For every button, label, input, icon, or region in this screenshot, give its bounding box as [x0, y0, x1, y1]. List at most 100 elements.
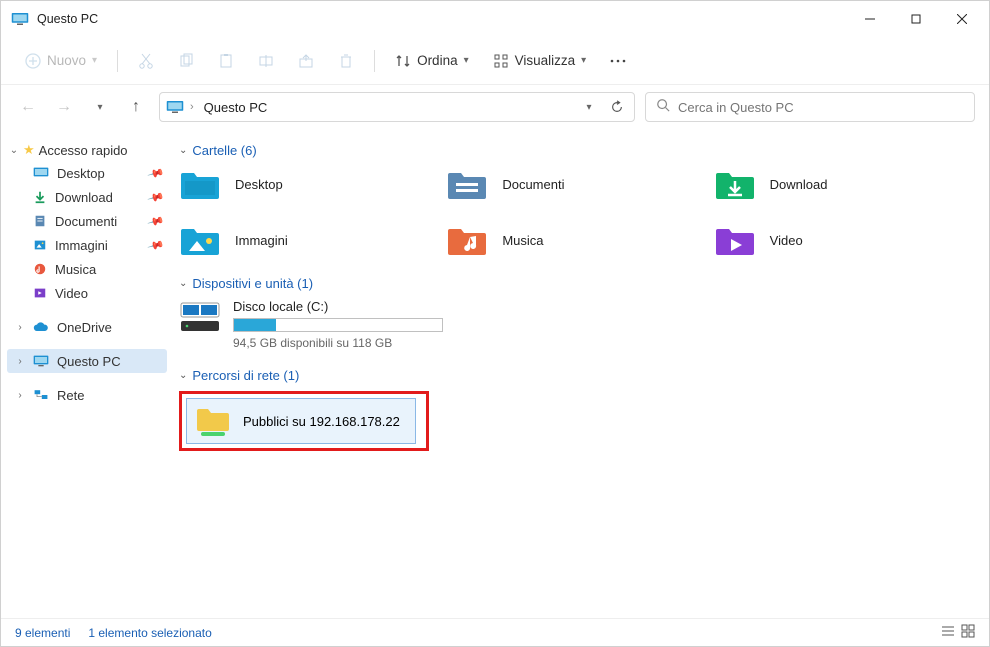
drive-bar [233, 318, 443, 332]
folder-download[interactable]: Download [714, 166, 981, 202]
annotation-highlight: Pubblici su 192.168.178.22 [179, 391, 429, 451]
chevron-down-icon: ⌄ [179, 370, 187, 381]
network-folder-icon [195, 405, 231, 437]
sidebar-item-label: Video [55, 286, 88, 301]
copy-icon [178, 53, 194, 69]
sidebar-item-download[interactable]: Download 📌 [7, 185, 167, 209]
thispc-icon [33, 354, 49, 368]
folder-music[interactable]: Musica [446, 222, 713, 258]
search-input[interactable] [678, 100, 964, 115]
status-selection: 1 elemento selezionato [88, 626, 211, 640]
desktop-icon [33, 166, 49, 180]
maximize-button[interactable] [893, 3, 939, 35]
tiles-view-icon [961, 624, 975, 638]
section-title: Dispositivi e unità (1) [192, 276, 313, 291]
chevron-down-icon: ⌄ [179, 145, 187, 156]
close-button[interactable] [939, 3, 985, 35]
thispc-icon [166, 99, 184, 115]
sidebar-network[interactable]: › Rete [7, 383, 167, 407]
view-icon [493, 53, 509, 69]
network-location-item[interactable]: Pubblici su 192.168.178.22 [186, 398, 416, 444]
sidebar-item-desktop[interactable]: Desktop 📌 [7, 161, 167, 185]
breadcrumb-sep: › [190, 101, 194, 113]
paste-icon [218, 53, 234, 69]
minimize-button[interactable] [847, 3, 893, 35]
up-button[interactable]: ↑ [123, 92, 149, 122]
sidebar-thispc[interactable]: › Questo PC [7, 349, 167, 373]
network-item-label: Pubblici su 192.168.178.22 [243, 414, 400, 429]
sidebar-quick-access[interactable]: ⌄ ★ Accesso rapido [7, 139, 167, 161]
status-count: 9 elementi [15, 626, 70, 640]
view-button[interactable]: Visualizza ▾ [483, 44, 597, 78]
chevron-down-icon: ⌄ [179, 278, 187, 289]
cut-button[interactable] [128, 44, 164, 78]
search-box[interactable] [645, 92, 975, 122]
drive-item[interactable]: Disco locale (C:) 94,5 GB disponibili su… [179, 299, 981, 350]
paste-button[interactable] [208, 44, 244, 78]
chevron-right-icon: › [15, 322, 25, 333]
breadcrumb-seg[interactable]: Questo PC [200, 100, 272, 115]
delete-button[interactable] [328, 44, 364, 78]
music-folder-icon [446, 223, 488, 257]
drive-free-text: 94,5 GB disponibili su 118 GB [233, 336, 443, 350]
chevron-down-icon: ⌄ [9, 145, 19, 156]
window-title: Questo PC [37, 12, 847, 26]
back-button[interactable]: ← [15, 92, 41, 122]
video-folder-icon [714, 223, 756, 257]
folder-video[interactable]: Video [714, 222, 981, 258]
download-folder-icon [714, 167, 756, 201]
folder-desktop[interactable]: Desktop [179, 166, 446, 202]
desktop-folder-icon [179, 167, 221, 201]
folder-pictures[interactable]: Immagini [179, 222, 446, 258]
sort-label: Ordina [417, 53, 458, 68]
rename-button[interactable] [248, 44, 284, 78]
pictures-folder-icon [179, 223, 221, 257]
star-icon: ★ [23, 142, 35, 158]
folder-documents[interactable]: Documenti [446, 166, 713, 202]
new-label: Nuovo [47, 53, 86, 68]
chevron-down-icon: ▾ [464, 55, 469, 66]
refresh-button[interactable] [606, 100, 628, 114]
music-icon [33, 262, 47, 276]
toolbar: Nuovo ▾ Ordina ▾ Visualizza ▾ [1, 37, 989, 85]
copy-button[interactable] [168, 44, 204, 78]
addressbar[interactable]: › Questo PC ▾ [159, 92, 635, 122]
addressbar-dropdown[interactable]: ▾ [578, 102, 600, 113]
section-title: Percorsi di rete (1) [192, 368, 299, 383]
download-icon [33, 190, 47, 204]
section-folders-header[interactable]: ⌄ Cartelle (6) [179, 143, 981, 158]
plus-circle-icon [25, 53, 41, 69]
drive-label: Disco locale (C:) [233, 299, 443, 314]
sidebar-item-label: Documenti [55, 214, 117, 229]
forward-button[interactable]: → [51, 92, 77, 122]
folder-label: Download [770, 177, 828, 192]
chevron-down-icon: ▾ [92, 55, 97, 66]
network-icon [33, 388, 49, 402]
sidebar-item-pictures[interactable]: Immagini 📌 [7, 233, 167, 257]
section-network-header[interactable]: ⌄ Percorsi di rete (1) [179, 368, 981, 383]
documents-icon [33, 214, 47, 228]
recent-button[interactable]: ▾ [87, 92, 113, 122]
onedrive-label: OneDrive [57, 320, 112, 335]
more-button[interactable] [600, 44, 636, 78]
folder-label: Desktop [235, 177, 283, 192]
tiles-view-button[interactable] [961, 624, 975, 641]
sort-button[interactable]: Ordina ▾ [385, 44, 479, 78]
more-icon [609, 58, 627, 64]
sidebar-item-documents[interactable]: Documenti 📌 [7, 209, 167, 233]
view-label: Visualizza [515, 53, 576, 68]
rename-icon [258, 53, 274, 69]
sidebar-item-video[interactable]: Video [7, 281, 167, 305]
trash-icon [338, 53, 354, 69]
pin-icon: 📌 [147, 188, 165, 206]
section-drives-header[interactable]: ⌄ Dispositivi e unità (1) [179, 276, 981, 291]
share-button[interactable] [288, 44, 324, 78]
details-view-button[interactable] [941, 624, 955, 641]
folder-label: Immagini [235, 233, 288, 248]
new-button[interactable]: Nuovo ▾ [15, 44, 107, 78]
search-icon [656, 98, 670, 117]
sidebar-item-music[interactable]: Musica [7, 257, 167, 281]
sidebar-item-label: Desktop [57, 166, 105, 181]
sidebar-onedrive[interactable]: › OneDrive [7, 315, 167, 339]
pictures-icon [33, 238, 47, 252]
